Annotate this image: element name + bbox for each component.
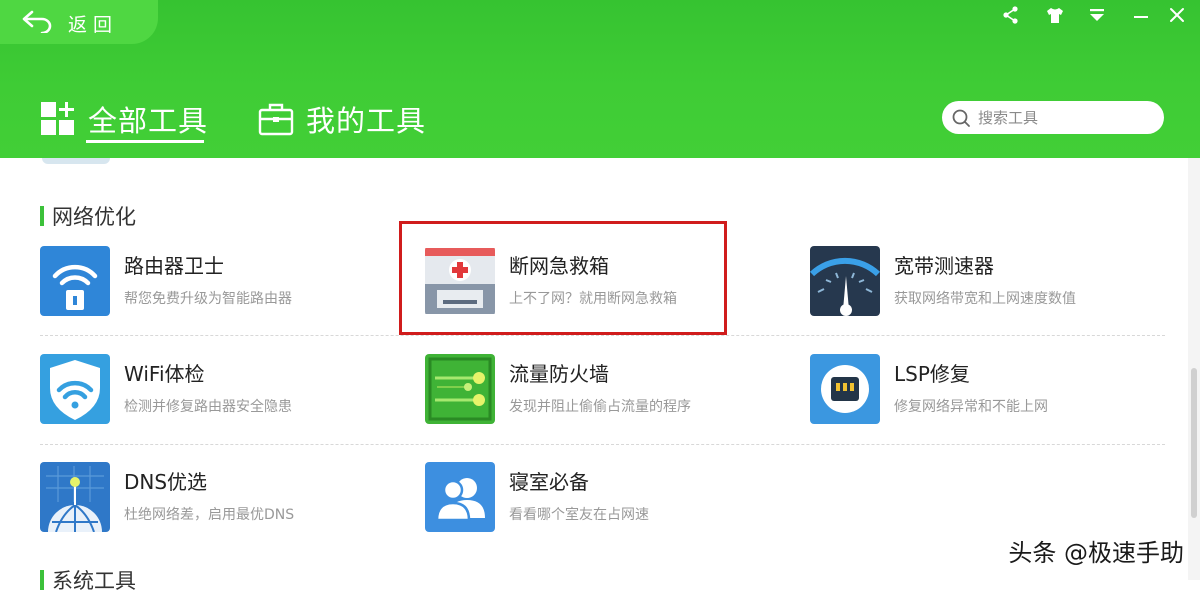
back-button[interactable]: 返回 [0, 0, 158, 44]
tool-name: 寝室必备 [509, 466, 589, 495]
dns-globe-icon [40, 462, 110, 532]
menu-icon[interactable] [1086, 4, 1108, 26]
section-accent-bar [40, 206, 44, 226]
watermark: 头条 @极速手助 [1008, 533, 1184, 568]
tool-name: 流量防火墙 [509, 358, 609, 387]
traffic-firewall-icon [425, 354, 495, 424]
toolbox-icon [258, 101, 294, 137]
next-section-title-text: 系统工具 [52, 570, 136, 592]
tool-router-guard[interactable]: 路由器卫士 帮您免费升级为智能路由器 [40, 246, 380, 318]
tool-description: 修复网络异常和不能上网 [894, 396, 1048, 416]
tool-lsp-repair[interactable]: LSP修复 修复网络异常和不能上网 [810, 354, 1150, 426]
back-arrow-icon [20, 9, 54, 33]
next-section-title: 系统工具 [40, 570, 136, 594]
tool-dorm-essentials[interactable]: 寝室必备 看看哪个室友在占网速 [425, 462, 765, 534]
tool-description: 杜绝网络差，启用最优DNS [124, 504, 294, 524]
tool-name: WiFi体检 [124, 358, 205, 387]
tool-name: DNS优选 [124, 466, 207, 495]
header-bar: 返回 全部工具 [0, 0, 1200, 158]
minimize-icon[interactable] [1130, 4, 1152, 26]
section-title: 网络优化 [40, 204, 136, 228]
tool-description: 检测并修复路由器安全隐患 [124, 396, 292, 416]
tool-list-area: 网络优化 路由器卫士 帮您免费升级为智能路由器 [0, 158, 1200, 580]
tool-description: 发现并阻止偷偷占流量的程序 [509, 396, 691, 416]
vertical-scrollbar[interactable] [1188, 158, 1200, 580]
tab-all-tools[interactable]: 全部工具 [40, 94, 208, 144]
tool-name: LSP修复 [894, 358, 970, 387]
section-title-text: 网络优化 [52, 201, 136, 231]
lsp-repair-icon [810, 354, 880, 424]
back-label: 返回 [68, 10, 118, 37]
tool-description: 帮您免费升级为智能路由器 [124, 288, 292, 308]
tool-wifi-check[interactable]: WiFi体检 检测并修复路由器安全隐患 [40, 354, 380, 426]
tool-traffic-firewall[interactable]: 流量防火墙 发现并阻止偷偷占流量的程序 [425, 354, 765, 426]
active-tab-indicator [86, 140, 204, 143]
share-icon[interactable] [1000, 4, 1022, 26]
close-icon[interactable] [1166, 4, 1188, 26]
skin-icon[interactable] [1044, 4, 1066, 26]
tool-description: 获取网络带宽和上网速度数值 [894, 288, 1076, 308]
search-icon [950, 107, 972, 129]
tab-my-tools-label: 我的工具 [306, 98, 426, 140]
row-divider [40, 444, 1165, 445]
section-accent-bar [40, 570, 44, 590]
tab-my-tools[interactable]: 我的工具 [258, 94, 426, 144]
tool-description: 看看哪个室友在占网速 [509, 504, 649, 524]
highlight-annotation-box [399, 221, 727, 335]
tool-name: 路由器卫士 [124, 250, 224, 279]
wifi-shield-icon [40, 354, 110, 424]
tool-name: 宽带测速器 [894, 250, 994, 279]
tool-dns-select[interactable]: DNS优选 杜绝网络差，启用最优DNS [40, 462, 380, 534]
previous-item-edge [42, 158, 110, 164]
speedometer-icon [810, 246, 880, 316]
tool-speed-test[interactable]: 宽带测速器 获取网络带宽和上网速度数值 [810, 246, 1150, 318]
search-input[interactable] [978, 109, 1148, 127]
search-box[interactable] [942, 101, 1164, 134]
router-guard-icon [40, 246, 110, 316]
tab-all-tools-label: 全部工具 [88, 98, 208, 140]
roommates-icon [425, 462, 495, 532]
row-divider [40, 335, 1165, 336]
scrollbar-thumb[interactable] [1191, 368, 1197, 518]
all-tools-icon [40, 101, 76, 137]
